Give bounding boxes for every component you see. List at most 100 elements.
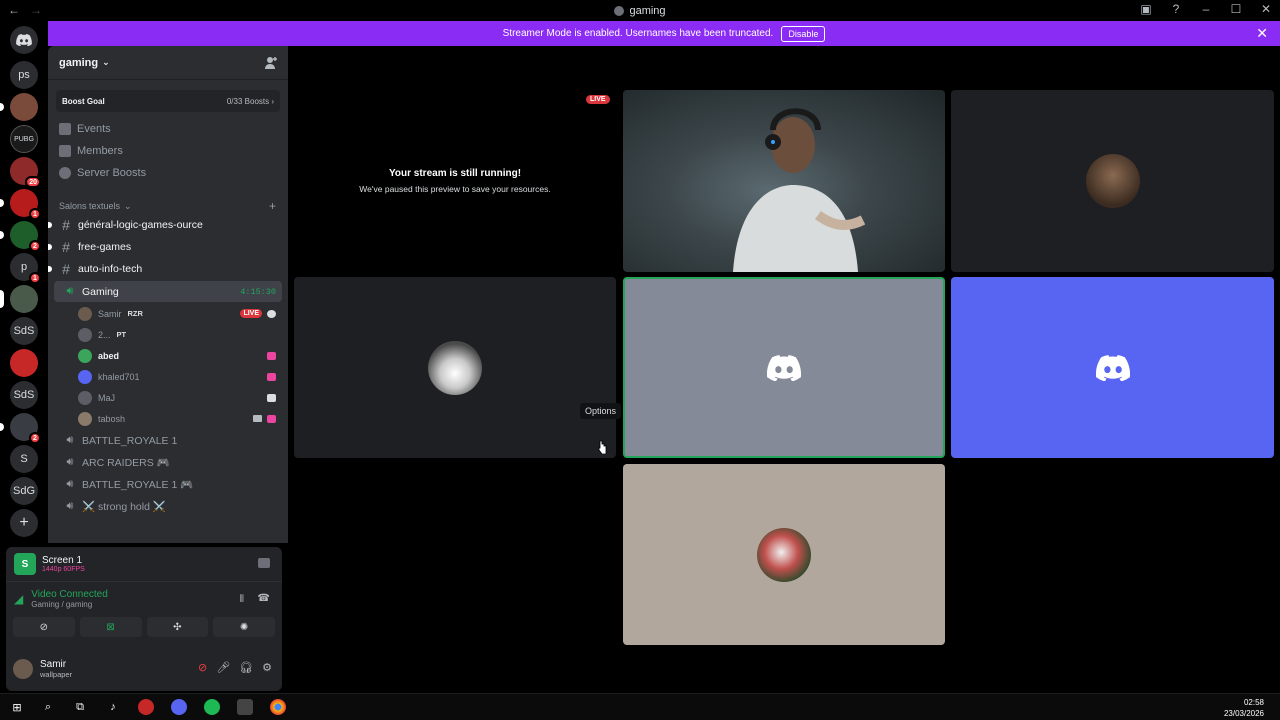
guild-sds-1[interactable]: SdS xyxy=(10,317,38,345)
mention-badge: 1 xyxy=(29,208,41,220)
guild-image-7[interactable] xyxy=(0,285,38,313)
guild-label: S xyxy=(20,453,28,465)
vc-status[interactable]: Video Connected xyxy=(31,589,108,600)
minimize-icon[interactable]: – xyxy=(1198,2,1214,16)
server-boosts-item[interactable]: Server Boosts xyxy=(48,162,288,184)
voice-channel[interactable]: 🔊︎ BATTLE_ROYALE 1 xyxy=(54,430,282,451)
voice-channel[interactable]: 🔊︎ BATTLE_ROYALE 1 🎮 xyxy=(54,474,282,495)
channel-name: général-logic-games-ource xyxy=(78,219,203,231)
vc-channel[interactable]: Gaming / gaming xyxy=(31,600,108,609)
members-item[interactable]: Members xyxy=(48,140,288,162)
windows-start-icon[interactable]: ⊞ xyxy=(9,699,25,715)
close-window-icon[interactable]: ✕ xyxy=(1258,2,1274,16)
disable-button[interactable]: Disable xyxy=(781,25,826,42)
discord-home-icon[interactable] xyxy=(10,26,38,54)
task-view-icon[interactable]: ⧉ xyxy=(72,699,88,715)
guild-image-1[interactable] xyxy=(0,93,38,121)
guild-pubg[interactable]: PUBG xyxy=(10,125,38,153)
category-header[interactable]: Salons textuels ⌄ + xyxy=(48,198,288,214)
voice-member[interactable]: MaJ xyxy=(48,387,288,408)
participant-tile[interactable] xyxy=(951,277,1274,458)
activities-button[interactable]: ✣ xyxy=(146,617,209,637)
camera-video-tile[interactable] xyxy=(623,90,945,272)
participant-tile[interactable] xyxy=(951,90,1274,272)
call-actions: ⊘ ⊠ ✣ ✺ xyxy=(6,617,282,637)
stop-stream-icon[interactable] xyxy=(258,558,270,568)
maximize-icon[interactable]: ☐ xyxy=(1228,2,1244,16)
text-channel[interactable]: # général-logic-games-ource xyxy=(48,214,288,236)
signal-icon: ◢ xyxy=(14,591,24,606)
server-header[interactable]: gaming ⌄ xyxy=(48,46,288,80)
close-banner-icon[interactable]: ✕ xyxy=(1256,26,1268,40)
voice-member[interactable]: khaled701 xyxy=(48,366,288,387)
camera-off-button[interactable]: ⊘ xyxy=(13,617,75,637)
invite-icon[interactable] xyxy=(264,56,278,70)
calendar-icon xyxy=(59,123,71,135)
user-area: Samir wallpaper ⊘ 🎤︎ 🎧︎ ⚙ xyxy=(6,647,282,691)
voice-channel-name: ARC RAIDERS 🎮 xyxy=(82,457,170,469)
guild-image-3[interactable]: 20 xyxy=(10,157,41,188)
speaker-icon: 🔊︎ xyxy=(66,285,74,297)
guild-sds-2[interactable]: SdS xyxy=(10,381,38,409)
text-channel[interactable]: # auto-info-tech xyxy=(48,258,288,280)
search-icon[interactable]: ⌕ xyxy=(40,699,56,715)
soundboard-button[interactable]: ✺ xyxy=(213,617,275,637)
disconnect-icon[interactable]: ☎ xyxy=(258,593,270,604)
voice-member[interactable]: 2... PT xyxy=(48,324,288,345)
voice-channel[interactable]: 🔊︎ ARC RAIDERS 🎮 xyxy=(54,452,282,473)
live-badge: LIVE xyxy=(240,309,262,318)
person-video xyxy=(733,108,866,272)
avatar xyxy=(78,369,92,384)
help-icon[interactable]: ? xyxy=(1168,2,1184,16)
paused-stream-tile[interactable]: Your stream is still running! We've paus… xyxy=(294,90,616,272)
spotify-icon[interactable] xyxy=(204,699,220,715)
app-icon[interactable] xyxy=(138,699,154,715)
mention-badge: 2 xyxy=(29,240,41,252)
guild-label: p xyxy=(20,261,28,273)
guild-image-5[interactable]: 2 xyxy=(0,221,41,252)
inbox-icon[interactable]: ▣ xyxy=(1138,2,1154,16)
unread-pill xyxy=(0,103,4,111)
server-icon xyxy=(614,5,625,16)
guild-label: + xyxy=(19,514,29,531)
add-server-icon[interactable]: + xyxy=(10,509,38,537)
guild-s[interactable]: S xyxy=(10,445,38,473)
gear-icon[interactable]: ⚙ xyxy=(262,661,272,674)
channel-name: auto-info-tech xyxy=(78,263,143,275)
noise-suppression-icon[interactable]: ⦀ xyxy=(240,594,244,605)
participant-tile[interactable] xyxy=(623,464,945,645)
guild-sdg[interactable]: SdG xyxy=(10,477,38,505)
avatar xyxy=(428,340,482,395)
screen-title: Screen 1 xyxy=(42,555,83,566)
screen-share-button[interactable]: ⊠ xyxy=(79,617,142,637)
guild-p[interactable]: p 1 xyxy=(10,253,41,284)
app-icon[interactable] xyxy=(237,699,253,715)
chrome-icon[interactable] xyxy=(270,699,286,715)
voice-member[interactable]: tabosh xyxy=(48,408,288,429)
events-item[interactable]: Events xyxy=(48,118,288,140)
voice-channel-gaming[interactable]: 🔊︎ Gaming 4:15:30 xyxy=(54,281,282,302)
microphone-icon[interactable]: 🎤︎ xyxy=(216,661,230,674)
boost-goal[interactable]: Boost Goal 0/33 Boosts › xyxy=(56,90,280,112)
tiktok-icon[interactable]: ♪ xyxy=(105,699,121,715)
discord-taskbar-icon[interactable] xyxy=(171,699,187,715)
headphones-icon[interactable]: 🎧︎ xyxy=(239,661,253,674)
voice-channel[interactable]: 🔊︎ ⚔️ strong hold ⚔️ xyxy=(54,496,282,517)
guild-ps[interactable]: ps xyxy=(10,61,38,89)
participant-tile-speaking[interactable] xyxy=(623,277,945,458)
voice-member[interactable]: abed xyxy=(48,345,288,366)
hash-icon: # xyxy=(62,239,70,255)
avatar[interactable] xyxy=(13,659,33,679)
window-titlebar: ← → gaming ▣ ? – ☐ ✕ xyxy=(0,0,1280,21)
guild-image-11[interactable]: 2 xyxy=(0,413,41,444)
system-clock[interactable]: 02:58 23/03/2026 xyxy=(1224,697,1264,719)
guild-image-4[interactable]: 1 xyxy=(0,189,41,220)
participant-tile[interactable] xyxy=(294,277,616,458)
camera-muted-icon[interactable]: ⊘ xyxy=(198,661,207,674)
unread-pill xyxy=(0,423,4,431)
speaker-icon: 🔊︎ xyxy=(66,434,74,446)
guild-image-9[interactable] xyxy=(10,349,38,377)
voice-member[interactable]: Samir RZR LIVE xyxy=(48,303,288,324)
text-channel[interactable]: # free-games xyxy=(48,236,288,258)
add-channel-icon[interactable]: + xyxy=(269,199,276,213)
